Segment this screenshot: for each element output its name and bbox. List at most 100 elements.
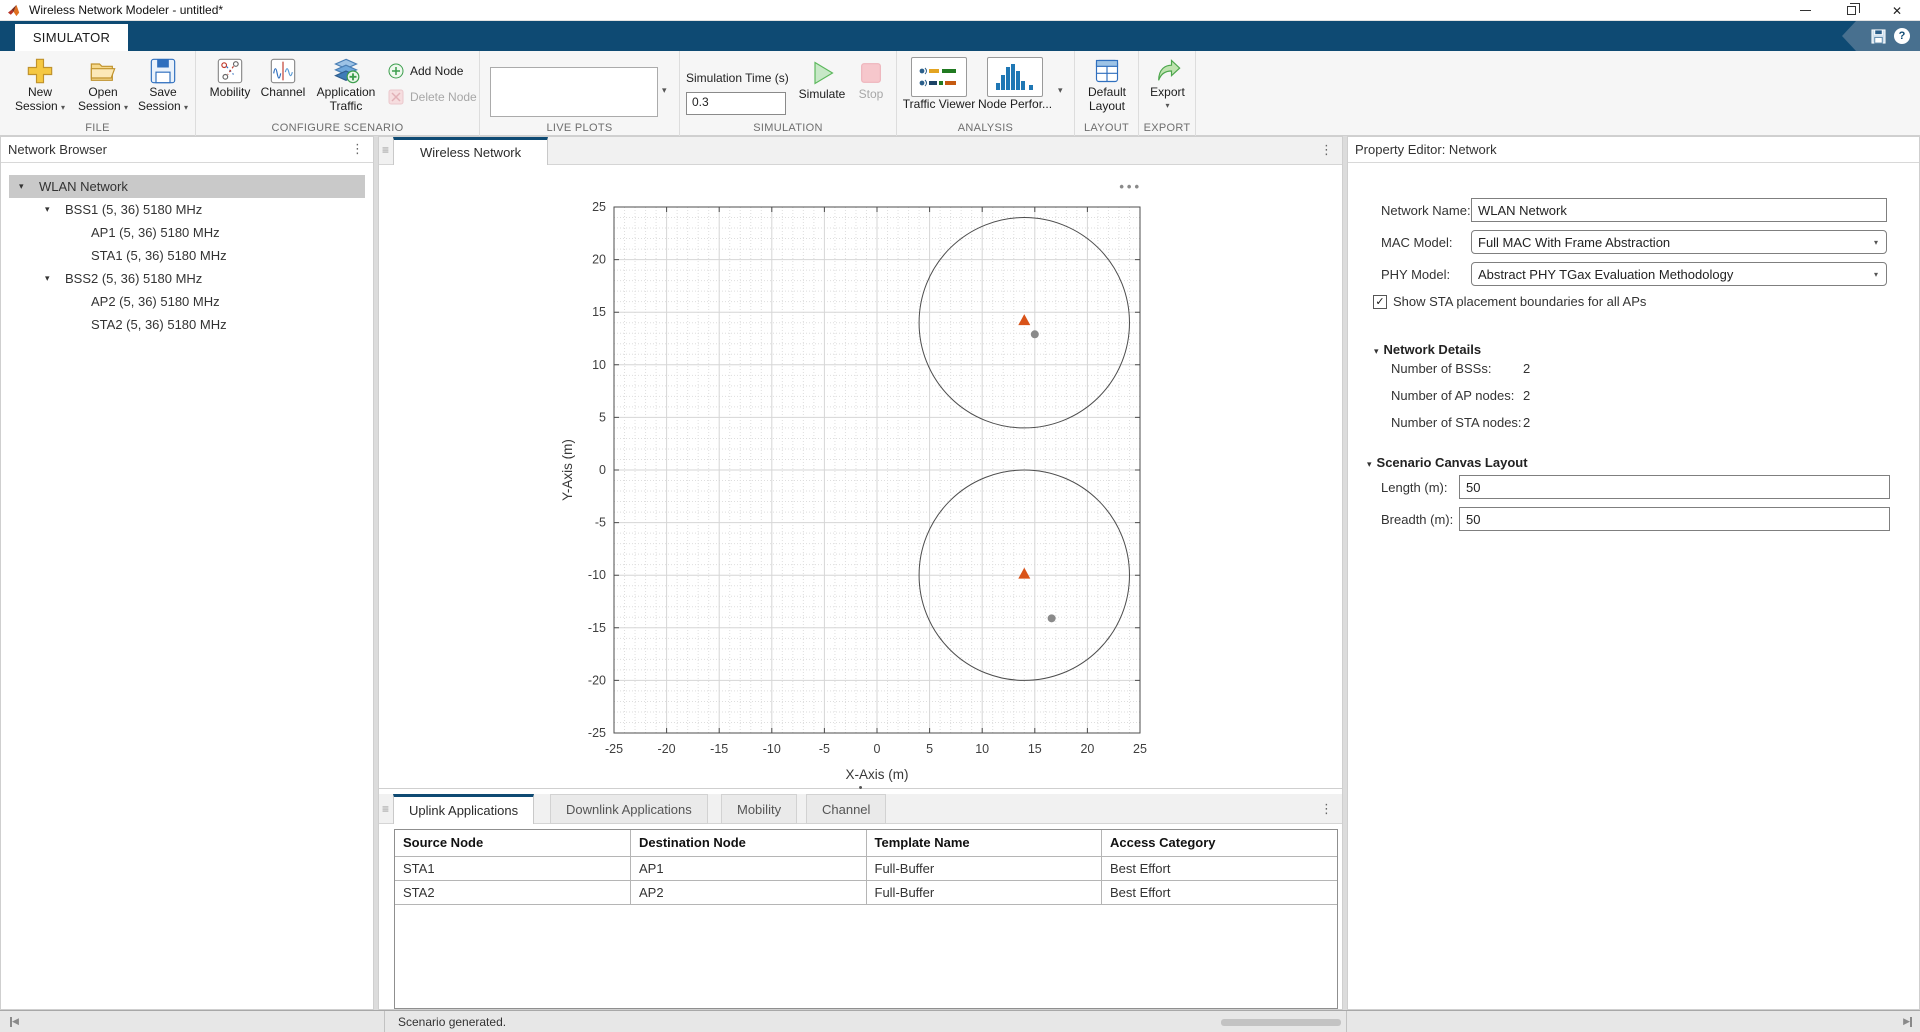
node-sta2[interactable] [1048,614,1056,622]
add-node-icon [388,63,404,79]
table-cell[interactable]: STA1 [395,856,631,880]
save-session-button[interactable]: Save Session ▾ [136,57,190,113]
close-button[interactable]: ✕ [1874,0,1920,21]
table-cell[interactable]: Full-Buffer [866,880,1102,904]
chevron-down-icon: ▾ [184,103,188,112]
analysis-dropdown-icon[interactable]: ▾ [1058,85,1063,96]
x-tick-label: 10 [975,742,989,756]
tree-item-ap1[interactable]: AP1 (5, 36) 5180 MHz [9,221,365,244]
save-icon [149,57,177,85]
scenario-canvas-section-header[interactable]: ▾Scenario Canvas Layout [1367,455,1528,470]
collapse-left-icon[interactable]: ◀ [10,1016,19,1027]
y-tick-label: 15 [592,305,606,319]
tabstrip-grip-icon[interactable]: ≡ [382,802,389,816]
collapse-right-icon[interactable]: ▶ [1903,1016,1912,1027]
expander-icon[interactable]: ▾ [19,181,39,192]
minimize-button[interactable] [1782,0,1828,21]
phy-model-value: Abstract PHY TGax Evaluation Methodology [1478,267,1733,282]
bottom-panel-menu-icon[interactable]: ⋮ [1320,801,1333,817]
toolstrip: New Session ▾ Open Session ▾ Save Sessio… [0,51,1920,136]
expander-icon[interactable]: ▾ [45,273,65,284]
table-cell[interactable]: STA2 [395,880,631,904]
app-icon [8,4,22,17]
application-traffic-button[interactable]: Application Traffic [310,57,382,113]
tree-item-bss1[interactable]: ▾BSS1 (5, 36) 5180 MHz [9,198,365,221]
chevron-down-icon: ▾ [1874,239,1878,247]
default-layout-button[interactable]: Default Layout [1083,57,1131,113]
breadth-input[interactable]: 50 [1459,507,1890,531]
tree-item-sta2[interactable]: STA2 (5, 36) 5180 MHz [9,313,365,336]
node-ap1[interactable] [1018,314,1030,325]
traffic-viewer-button[interactable]: Traffic Viewer [903,57,975,111]
tab-simulator[interactable]: SIMULATOR [15,24,128,51]
tabstrip-grip-icon[interactable]: ≡ [382,143,389,157]
section-file: New Session ▾ Open Session ▾ Save Sessio… [0,51,196,136]
y-tick-label: 20 [592,253,606,267]
canvas-menu-icon[interactable]: ⋮ [1320,142,1333,158]
status-bar: ◀ Scenario generated. ▶ [0,1010,1920,1032]
stop-button: Stop [852,59,890,101]
table-cell[interactable]: Best Effort [1102,856,1338,880]
help-icon[interactable]: ? [1894,28,1910,44]
tree-item-label: AP2 (5, 36) 5180 MHz [91,294,220,309]
column-header[interactable]: Template Name [866,830,1102,856]
new-session-button[interactable]: New Session ▾ [12,57,68,113]
open-session-button[interactable]: Open Session ▾ [76,57,130,113]
tree-item-wlan[interactable]: ▾WLAN Network [9,175,365,198]
stop-label: Stop [859,87,884,101]
simulation-time-input[interactable]: 0.3 [686,92,786,115]
live-plots-listbox[interactable] [490,67,658,117]
node-performance-button[interactable]: Node Perfor... [979,57,1051,111]
node-ap2[interactable] [1018,568,1030,579]
section-label-export: EXPORT [1139,122,1195,134]
tree-item-bss2[interactable]: ▾BSS2 (5, 36) 5180 MHz [9,267,365,290]
column-header[interactable]: Source Node [395,830,631,856]
export-button[interactable]: Export ▾ [1145,57,1190,110]
x-tick-label: -25 [605,742,623,756]
add-node-button[interactable]: Add Node [388,63,474,79]
network-canvas[interactable]: -25-25-20-20-15-15-10-10-5-5005510101515… [379,165,1342,789]
property-editor-panel: Property Editor: Network Network Name: W… [1347,136,1920,1010]
channel-button[interactable]: Channel [258,57,308,99]
tab-channel[interactable]: Channel [806,794,886,824]
panel-menu-icon[interactable]: ⋮ [351,141,364,157]
table-row[interactable]: STA2AP2Full-BufferBest Effort [395,880,1337,904]
save-icon[interactable] [1871,29,1886,44]
delete-node-button: Delete Node [388,89,484,105]
axes-toolbar-icon[interactable]: ••• [1119,179,1142,194]
tree-item-label: STA1 (5, 36) 5180 MHz [91,248,227,263]
restore-button[interactable] [1828,0,1874,21]
open-session-label2: Session ▾ [78,99,128,113]
expander-icon[interactable]: ▾ [45,204,65,215]
mobility-icon [216,57,244,85]
table-cell[interactable]: AP2 [631,880,867,904]
tab-downlink-applications[interactable]: Downlink Applications [550,794,708,824]
length-input[interactable]: 50 [1459,475,1890,499]
y-tick-label: 5 [599,410,606,424]
node-sta1[interactable] [1031,330,1039,338]
table-cell[interactable]: Best Effort [1102,880,1338,904]
tree-item-label: WLAN Network [39,179,128,194]
network-details-section-header[interactable]: ▾Network Details [1374,342,1481,357]
show-boundaries-checkbox[interactable]: ✓ [1373,295,1387,309]
chevron-down-icon: ▾ [61,103,65,112]
table-cell[interactable]: Full-Buffer [866,856,1102,880]
tree-item-ap2[interactable]: AP2 (5, 36) 5180 MHz [9,290,365,313]
phy-model-select[interactable]: Abstract PHY TGax Evaluation Methodology… [1471,262,1887,286]
mac-model-select[interactable]: Full MAC With Frame Abstraction ▾ [1471,230,1887,254]
table-cell[interactable]: AP1 [631,856,867,880]
live-plots-dropdown-icon[interactable]: ▾ [662,85,667,96]
tab-uplink-applications[interactable]: Uplink Applications [393,794,534,824]
network-name-input[interactable]: WLAN Network [1471,198,1887,222]
column-header[interactable]: Destination Node [631,830,867,856]
mobility-button[interactable]: Mobility [204,57,256,99]
table-row[interactable]: STA1AP1Full-BufferBest Effort [395,856,1337,880]
num-bss-label: Number of BSSs: [1391,361,1523,376]
column-header[interactable]: Access Category [1102,830,1338,856]
simulate-button[interactable]: Simulate [794,59,850,101]
tree-item-sta1[interactable]: STA1 (5, 36) 5180 MHz [9,244,365,267]
horizontal-scrollbar-thumb[interactable] [1221,1019,1341,1026]
tab-mobility[interactable]: Mobility [721,794,797,824]
tab-wireless-network[interactable]: Wireless Network [393,137,548,165]
panel-splitter[interactable]: • [379,783,1342,793]
